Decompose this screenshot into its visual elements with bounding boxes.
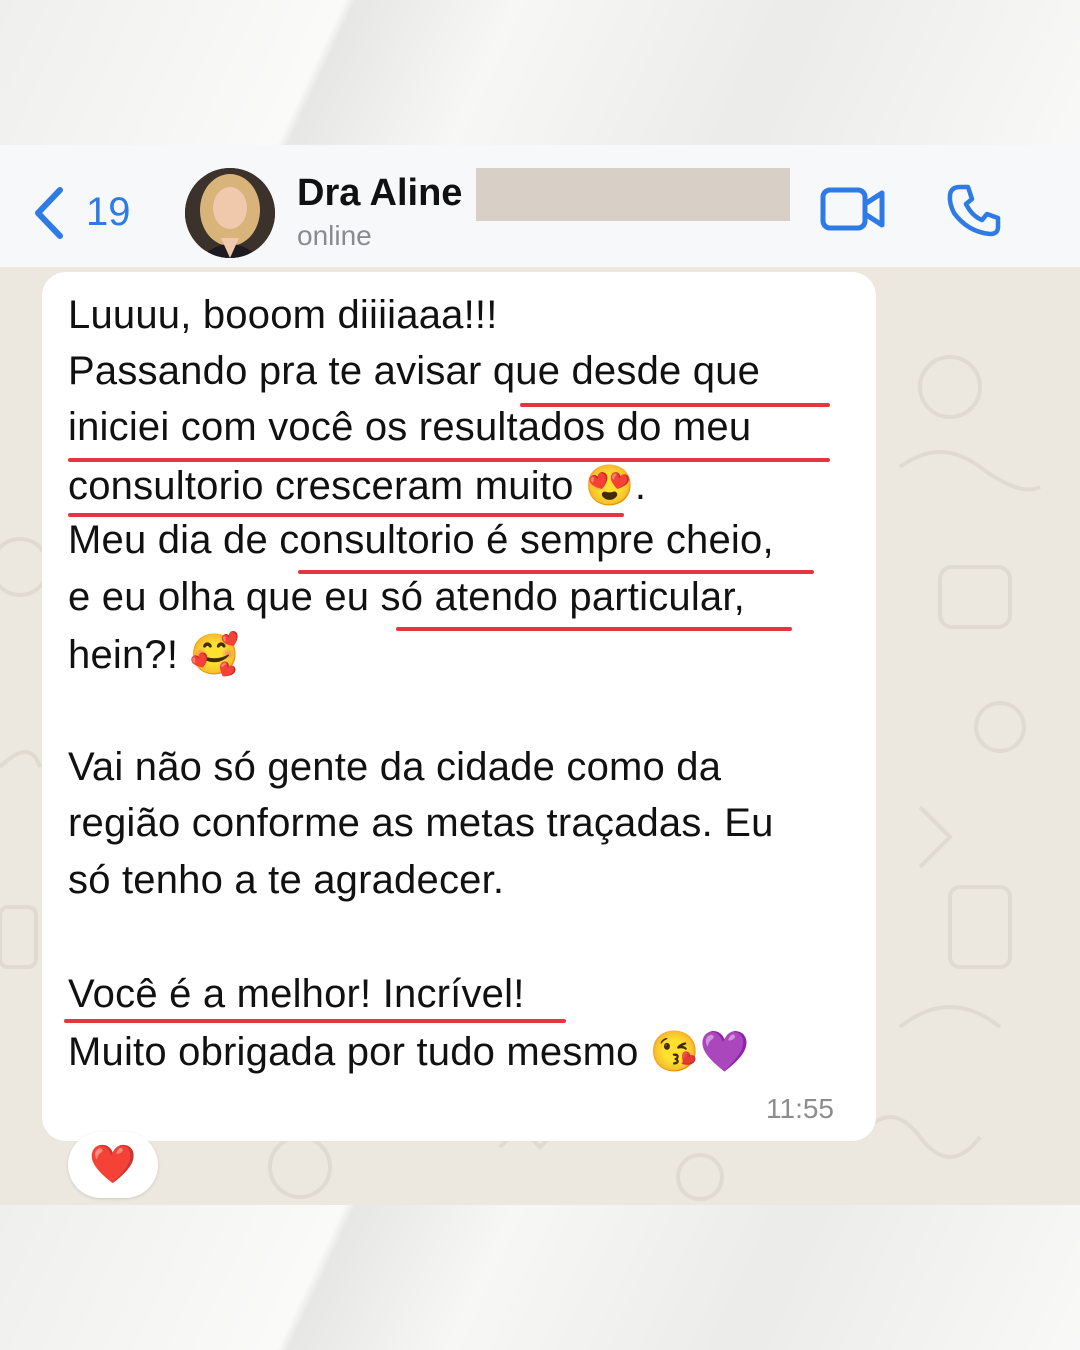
contact-name[interactable]: Dra Aline <box>297 172 462 215</box>
highlight-underline <box>396 627 792 631</box>
contact-status: online <box>297 220 372 251</box>
avatar[interactable] <box>185 168 275 258</box>
redacted-surname-block <box>476 168 790 221</box>
unread-count[interactable]: 19 <box>86 190 131 235</box>
message-line: Meu dia de consultorio é sempre cheio, <box>68 518 774 562</box>
heart-reaction-badge[interactable]: ❤️ <box>68 1132 158 1198</box>
highlight-underline <box>64 1019 566 1023</box>
message-line: Muito obrigada por tudo mesmo 😘💜 <box>68 1030 750 1074</box>
message-line: só tenho a te agradecer. <box>68 858 505 902</box>
message-timestamp: 11:55 <box>766 1093 834 1124</box>
highlight-underline <box>520 403 830 407</box>
message-line: região conforme as metas traçadas. Eu <box>68 801 774 845</box>
message-line: hein?! 🥰 <box>68 633 240 677</box>
highlight-underline <box>68 458 830 462</box>
message-line: iniciei com você os resultados do meu <box>68 405 752 449</box>
message-line: consultorio cresceram muito 😍. <box>68 464 647 508</box>
message-line: Vai não só gente da cidade como da <box>68 745 722 789</box>
paper-background-bottom <box>0 1205 1080 1350</box>
highlight-underline <box>298 570 814 574</box>
video-camera-icon[interactable] <box>820 185 886 233</box>
message-line: Luuuu, booom diiiiaaa!!! <box>68 293 498 337</box>
message-line: e eu olha que eu só atendo particular, <box>68 575 745 619</box>
phone-icon[interactable] <box>946 183 1002 239</box>
message-line: Passando pra te avisar que desde que <box>68 349 761 393</box>
message-line: Você é a melhor! Incrível! <box>68 972 525 1016</box>
paper-background-top <box>0 0 1080 145</box>
highlight-underline <box>68 513 624 517</box>
chevron-left-icon[interactable] <box>30 186 70 240</box>
